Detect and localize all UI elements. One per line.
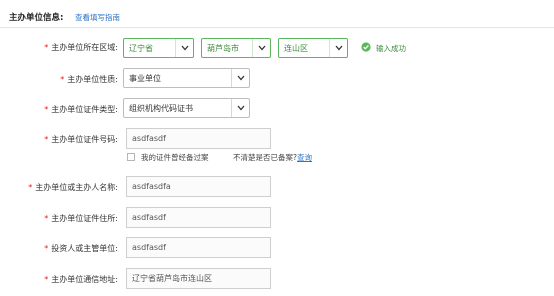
check-circle-icon <box>361 42 371 52</box>
investor-label: * 投资人或主管单位: <box>44 244 118 253</box>
cert-type-select[interactable]: 组织机构代码证书 <box>123 98 250 118</box>
chevron-down-icon <box>252 39 270 57</box>
region-success-text: 输入成功 <box>376 44 406 53</box>
required-marker: * <box>44 43 49 52</box>
required-marker: * <box>60 75 65 84</box>
required-marker: * <box>28 183 33 192</box>
required-marker: * <box>44 135 49 144</box>
cert-address-input[interactable]: asdfasdf <box>126 207 271 228</box>
city-select[interactable]: 葫芦岛市 <box>201 38 271 58</box>
investor-input[interactable]: asdfasdf <box>126 237 271 258</box>
chevron-down-icon <box>231 99 249 117</box>
required-marker: * <box>44 105 49 114</box>
cert-number-input[interactable]: asdfasdf <box>126 128 271 149</box>
city-select-value: 葫芦岛市 <box>207 43 239 53</box>
mail-address-input[interactable]: 辽宁省葫芦岛市连山区 <box>126 268 271 289</box>
org-name-label: * 主办单位或主办人名称: <box>28 183 118 192</box>
chevron-down-icon <box>175 39 193 57</box>
cert-type-select-value: 组织机构代码证书 <box>129 103 193 113</box>
province-select[interactable]: 辽宁省 <box>123 38 194 58</box>
cert-filed-checkbox[interactable] <box>127 153 135 161</box>
cert-number-label: * 主办单位证件号码: <box>44 135 118 144</box>
cert-type-label: * 主办单位证件类型: <box>44 105 118 114</box>
chevron-down-icon <box>231 69 249 87</box>
mail-address-label: * 主办单位通信地址: <box>44 275 118 284</box>
province-select-value: 辽宁省 <box>129 43 153 53</box>
filing-hint-text: 不清楚是否已备案? <box>233 153 297 162</box>
chevron-down-icon <box>329 39 347 57</box>
cert-address-label: * 主办单位证件住所: <box>44 214 118 223</box>
district-select-value: 连山区 <box>284 43 308 53</box>
district-select[interactable]: 连山区 <box>278 38 348 58</box>
required-marker: * <box>44 275 49 284</box>
region-label: * 主办单位所在区域: <box>44 43 118 52</box>
fill-guide-link[interactable]: 查看填写指南 <box>75 12 120 23</box>
filing-hint: 不清楚是否已备案?查询 <box>233 152 312 163</box>
nature-select[interactable]: 事业单位 <box>123 68 250 88</box>
nature-select-value: 事业单位 <box>129 73 161 83</box>
cert-filed-checkbox-label: 我的证件曾经备过案 <box>141 153 209 162</box>
header-divider <box>0 27 554 28</box>
org-name-input[interactable]: asdfasdfa <box>126 176 271 197</box>
filing-query-link[interactable]: 查询 <box>297 153 312 162</box>
required-marker: * <box>44 214 49 223</box>
nature-label: * 主办单位性质: <box>60 75 118 84</box>
required-marker: * <box>44 244 49 253</box>
section-title: 主办单位信息: <box>9 13 64 23</box>
